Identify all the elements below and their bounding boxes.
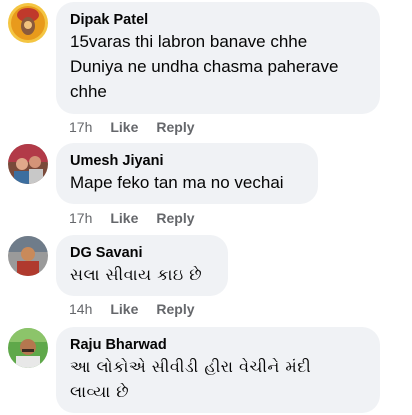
comment-text: આ લોકોએ સીવીડી હીરા વેચીને મંદી [70, 357, 312, 376]
comment-bubble: DG Savani સલા સીવાય કાઇ છે [56, 235, 228, 296]
reply-button[interactable]: Reply [156, 119, 194, 135]
comment-text: Duniya ne undha chasma paherave [70, 57, 339, 76]
comment-timestamp[interactable]: 17h [69, 119, 92, 135]
like-button[interactable]: Like [110, 119, 138, 135]
avatar[interactable] [8, 328, 48, 368]
comment-actions: 17h Like Reply [69, 210, 195, 226]
comment-text: લાવ્યા છે [70, 382, 130, 401]
comment-text: 15varas thi labron banave chhe [70, 32, 308, 51]
comment-author[interactable]: Raju Bharwad [70, 336, 368, 354]
comment-text: સલા સીવાય કાઇ છે [70, 265, 203, 284]
avatar[interactable] [8, 3, 48, 43]
like-button[interactable]: Like [110, 210, 138, 226]
comment-author[interactable]: Umesh Jiyani [70, 152, 306, 170]
comment-author[interactable]: DG Savani [70, 244, 216, 262]
comment-bubble: Dipak Patel 15varas thi labron banave ch… [56, 2, 380, 114]
comment-timestamp[interactable]: 14h [69, 301, 92, 317]
comment-actions: 14h Like Reply [69, 301, 195, 317]
comment-text: chhe [70, 82, 107, 101]
avatar[interactable] [8, 236, 48, 276]
comment-timestamp[interactable]: 17h [69, 210, 92, 226]
like-button[interactable]: Like [110, 301, 138, 317]
reply-button[interactable]: Reply [156, 301, 194, 317]
comment-text: Mape feko tan ma no vechai [70, 173, 284, 192]
avatar[interactable] [8, 144, 48, 184]
reply-button[interactable]: Reply [156, 210, 194, 226]
comment-bubble: Umesh Jiyani Mape feko tan ma no vechai [56, 143, 318, 204]
comment-bubble: Raju Bharwad આ લોકોએ સીવીડી હીરા વેચીને … [56, 327, 380, 413]
comment-author[interactable]: Dipak Patel [70, 11, 368, 29]
comment-actions: 17h Like Reply [69, 119, 195, 135]
